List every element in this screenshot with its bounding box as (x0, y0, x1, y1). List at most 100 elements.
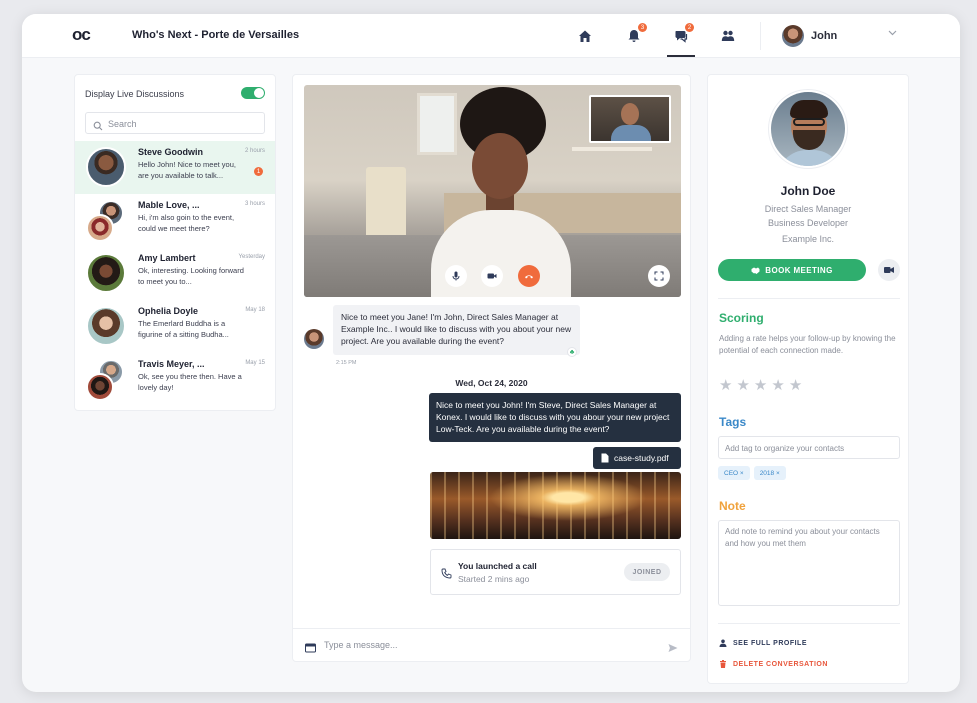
delete-conversation-label: DELETE CONVERSATION (733, 660, 828, 668)
conversation-item-amy-lambert[interactable]: Amy Lambert Yesterday Ok, interesting. L… (75, 247, 275, 300)
conversation-time: May 18 (245, 307, 265, 313)
conversation-name: Ophelia Doyle (138, 306, 199, 316)
shared-image[interactable] (430, 472, 681, 539)
tags-title: Tags (719, 415, 747, 429)
chevron-down-icon[interactable] (888, 28, 897, 39)
star-icon[interactable]: ★ (789, 378, 802, 393)
bell-icon[interactable]: 3 (625, 23, 647, 45)
call-subtitle: Started 2 mins ago (458, 574, 530, 584)
message-input[interactable] (324, 637, 644, 653)
video-background-fridge (366, 167, 406, 243)
tag-chip[interactable]: CEO × (718, 466, 750, 480)
tag-input[interactable] (725, 441, 895, 455)
scoring-title: Scoring (719, 311, 764, 325)
profile-photo (769, 90, 847, 168)
conversation-name: Travis Meyer, ... (138, 359, 205, 369)
file-name: case-study.pdf (614, 453, 669, 463)
conversation-preview: Ok, see you there then. Have a lovely da… (138, 372, 242, 392)
chat-panel: Nice to meet you Jane! I'm John, Direct … (292, 74, 691, 662)
star-rating[interactable]: ★ ★ ★ ★ ★ (719, 378, 802, 393)
active-tab-indicator (667, 55, 695, 57)
star-icon[interactable]: ★ (771, 378, 784, 393)
avatar (86, 253, 126, 293)
conversation-time: 3 hours (244, 201, 265, 207)
search-icon (93, 118, 103, 131)
video-icon (884, 267, 894, 273)
camera-icon (487, 273, 497, 279)
avatar (86, 200, 126, 242)
attachment-icon[interactable] (305, 640, 316, 653)
chat-icon[interactable]: 2 (672, 23, 694, 45)
live-discussions-toggle[interactable] (241, 87, 265, 99)
fullscreen-button[interactable] (648, 265, 670, 287)
video-background-shelf (572, 147, 652, 151)
book-meeting-button[interactable]: BOOK MEETING (718, 259, 866, 281)
hang-up-icon (525, 275, 533, 279)
tag-chip[interactable]: 2018 × (753, 466, 786, 480)
search-field[interactable] (85, 112, 265, 134)
fullscreen-icon (654, 271, 664, 281)
search-input[interactable] (108, 116, 258, 131)
contact-profile-panel: John Doe Direct Sales Manager Business D… (707, 74, 909, 684)
contact-company: Example Inc. (781, 234, 835, 244)
contact-role: Direct Sales Manager (764, 204, 852, 214)
camera-button[interactable] (481, 265, 503, 287)
end-call-button[interactable] (518, 265, 540, 287)
home-icon[interactable] (576, 27, 594, 45)
file-attachment[interactable]: case-study.pdf (593, 447, 681, 469)
conversation-item-steve-goodwin[interactable]: Steve Goodwin 2 hours Hello John! Nice t… (75, 141, 275, 194)
call-title: You launched a call (458, 561, 537, 571)
conversation-name: Mable Love, ... (138, 200, 200, 210)
user-icon (719, 639, 727, 647)
note-field[interactable] (718, 520, 900, 606)
event-title: Who's Next - Porte de Versailles (132, 29, 300, 41)
star-icon[interactable]: ★ (736, 378, 749, 393)
tag-field[interactable] (718, 436, 900, 459)
delete-conversation-link[interactable]: DELETE CONVERSATION (719, 660, 828, 668)
contact-name: John Doe (780, 184, 836, 198)
microphone-button[interactable] (445, 265, 467, 287)
scoring-description: Adding a rate helps your follow-up by kn… (719, 334, 896, 355)
note-input[interactable] (725, 526, 893, 600)
handshake-icon (751, 267, 760, 274)
profile-photo-glasses (793, 118, 825, 126)
avatar (86, 147, 126, 187)
sender-avatar (304, 329, 324, 349)
message-composer (293, 628, 690, 661)
call-notice: You launched a call Started 2 mins ago J… (430, 549, 681, 595)
microphone-icon (452, 271, 460, 281)
conversation-list: Steve Goodwin 2 hours Hello John! Nice t… (75, 141, 275, 406)
video-call-button[interactable] (878, 259, 900, 281)
messages-badge: 2 (685, 23, 694, 32)
trash-icon (720, 660, 726, 668)
reaction-icon[interactable]: ♣ (567, 347, 577, 357)
star-icon[interactable]: ★ (754, 378, 767, 393)
outgoing-message: Nice to meet you John! I'm Steve, Direct… (429, 393, 681, 442)
joined-button[interactable]: JOINED (624, 563, 670, 581)
conversation-preview: The Emerlard Buddha is a figurine of a s… (138, 319, 229, 339)
send-icon[interactable] (668, 640, 678, 652)
incoming-message: Nice to meet you Jane! I'm John, Direct … (333, 305, 580, 355)
self-view-body (611, 125, 651, 141)
conversation-item-mable-love[interactable]: Mable Love, ... 3 hours Hi, i'm also goi… (75, 194, 275, 247)
people-icon[interactable] (719, 27, 737, 45)
avatar (86, 359, 126, 401)
conversation-time: May 15 (245, 360, 265, 366)
top-navigation-bar: oc Who's Next - Porte de Versailles 3 2 … (22, 14, 960, 58)
conversation-item-ophelia-doyle[interactable]: Ophelia Doyle May 18 The Emerlard Buddha… (75, 300, 275, 353)
divider (718, 298, 900, 299)
self-view-thumbnail[interactable] (589, 95, 671, 143)
contact-role: Business Developer (767, 218, 849, 228)
star-icon[interactable]: ★ (719, 378, 732, 393)
conversation-preview: Hello John! Nice to meet you, are you av… (138, 160, 236, 180)
conversation-preview: Ok, interesting. Looking forward to meet… (138, 266, 244, 286)
app-logo[interactable]: oc (72, 25, 91, 45)
video-participant-face (472, 133, 528, 199)
user-name[interactable]: John (811, 30, 837, 42)
conversation-item-travis-meyer[interactable]: Travis Meyer, ... May 15 Ok, see you the… (75, 353, 275, 406)
see-full-profile-link[interactable]: SEE FULL PROFILE (719, 639, 807, 647)
conversation-time: 2 hours (244, 148, 265, 154)
user-avatar[interactable] (782, 25, 804, 47)
unread-badge: 1 (254, 167, 263, 176)
conversations-panel: Display Live Discussions Steve Goodwin 2… (74, 74, 276, 411)
